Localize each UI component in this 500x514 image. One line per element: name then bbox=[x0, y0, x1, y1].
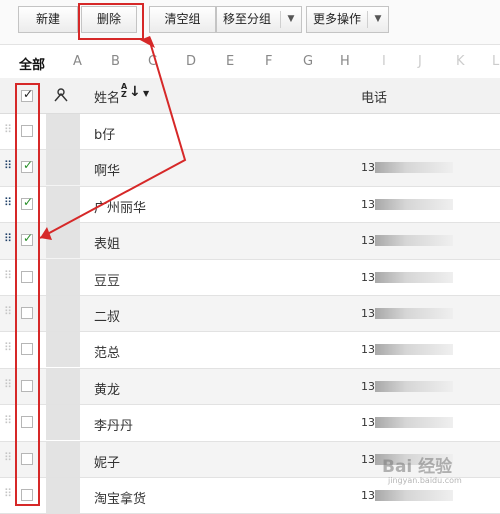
phone-redaction bbox=[375, 162, 453, 174]
contact-phone: 13 bbox=[361, 452, 375, 466]
alphabet-filter: 全部 A B C D E F G H I J K L bbox=[0, 46, 500, 78]
filter-letter-h[interactable]: H bbox=[340, 54, 350, 69]
delete-highlight-box bbox=[78, 3, 144, 40]
phone-redaction bbox=[375, 417, 453, 429]
filter-letter-k[interactable]: K bbox=[456, 54, 465, 69]
avatar bbox=[46, 441, 80, 477]
contact-phone: 13 bbox=[361, 306, 375, 320]
filter-letter-f[interactable]: F bbox=[265, 54, 272, 69]
more-actions-button[interactable]: 更多操作 ▼ bbox=[306, 6, 389, 33]
table-row[interactable]: ⠿ 李丹丹 13 bbox=[0, 405, 500, 442]
drag-handle-icon[interactable]: ⠿ bbox=[4, 233, 12, 244]
phone-redaction bbox=[375, 307, 453, 319]
table-row[interactable]: ⠿ 范总 13 bbox=[0, 332, 500, 369]
contact-phone: 13 bbox=[361, 197, 375, 211]
avatar bbox=[46, 368, 80, 404]
drag-handle-icon[interactable]: ⠿ bbox=[4, 197, 12, 208]
contact-name[interactable]: 李丹丹 bbox=[94, 415, 133, 434]
filter-letter-l[interactable]: L bbox=[492, 54, 499, 69]
drag-handle-icon[interactable]: ⠿ bbox=[4, 306, 12, 317]
table-row[interactable]: ⠿ ✓ 表姐 13 bbox=[0, 223, 500, 260]
contact-phone: 13 bbox=[361, 234, 375, 248]
avatar bbox=[46, 186, 80, 222]
watermark-url: jingyan.baidu.com bbox=[388, 476, 462, 485]
table-row[interactable]: ⠿ ✓ 广州丽华 13 bbox=[0, 186, 500, 224]
drag-handle-icon[interactable]: ⠿ bbox=[4, 488, 12, 499]
filter-letter-d[interactable]: D bbox=[186, 54, 196, 69]
phone-redaction bbox=[375, 380, 453, 392]
avatar bbox=[46, 223, 80, 259]
contact-name[interactable]: 啊华 bbox=[94, 160, 120, 179]
contact-phone: 13 bbox=[361, 488, 375, 502]
watermark-logo: Bai 经验 bbox=[382, 457, 453, 477]
drag-handle-icon[interactable]: ⠿ bbox=[4, 452, 12, 463]
phone-redaction bbox=[375, 344, 453, 356]
drag-handle-icon[interactable]: ⠿ bbox=[4, 124, 12, 135]
drag-handle-icon[interactable]: ⠿ bbox=[4, 270, 12, 281]
drag-handle-icon[interactable]: ⠿ bbox=[4, 160, 12, 171]
filter-letter-a[interactable]: A bbox=[73, 54, 82, 69]
filter-letter-j[interactable]: J bbox=[418, 54, 422, 69]
person-icon bbox=[54, 88, 68, 102]
contact-name[interactable]: 豆豆 bbox=[94, 270, 120, 289]
table-row[interactable]: ⠿ 豆豆 13 bbox=[0, 259, 500, 296]
contact-phone: 13 bbox=[361, 416, 375, 430]
move-to-group-button[interactable]: 移至分组 ▼ bbox=[216, 6, 302, 33]
contact-name[interactable]: 广州丽华 bbox=[94, 197, 146, 216]
sort-chevron-down-icon[interactable]: ▼ bbox=[143, 89, 149, 98]
phone-redaction bbox=[375, 271, 453, 283]
table-row[interactable]: ⠿ b仔 bbox=[0, 114, 500, 151]
table-header: ✓ 姓名 AZ ↓ ▼ 电话 bbox=[0, 78, 500, 114]
phone-redaction bbox=[375, 489, 453, 501]
toolbar: 新建 删除 清空组 移至分组 ▼ 更多操作 ▼ bbox=[0, 0, 500, 45]
drag-handle-icon[interactable]: ⠿ bbox=[4, 342, 12, 353]
more-actions-label: 更多操作 bbox=[313, 12, 362, 26]
contact-phone: 13 bbox=[361, 161, 375, 175]
contact-phone: 13 bbox=[361, 270, 375, 284]
contact-name[interactable]: 妮子 bbox=[94, 452, 120, 471]
contact-name[interactable]: 表姐 bbox=[94, 233, 120, 252]
avatar bbox=[46, 114, 80, 149]
contact-name[interactable]: b仔 bbox=[94, 124, 115, 143]
phone-redaction bbox=[375, 198, 453, 210]
sort-icon[interactable]: ↓ bbox=[129, 84, 141, 100]
contact-name[interactable]: 范总 bbox=[94, 342, 120, 361]
contact-name[interactable]: 黄龙 bbox=[94, 379, 120, 398]
chevron-down-icon[interactable]: ▼ bbox=[280, 11, 301, 28]
drag-handle-icon[interactable]: ⠿ bbox=[4, 415, 12, 426]
move-to-group-label: 移至分组 bbox=[223, 12, 272, 26]
contact-name[interactable]: 二叔 bbox=[94, 306, 120, 325]
new-button[interactable]: 新建 bbox=[18, 6, 78, 33]
phone-column-header: 电话 bbox=[361, 91, 388, 106]
name-column-header[interactable]: 姓名 bbox=[94, 87, 120, 106]
filter-letter-b[interactable]: B bbox=[111, 54, 120, 69]
filter-letter-c[interactable]: C bbox=[148, 54, 157, 69]
table-row[interactable]: ⠿ ✓ 啊华 13 bbox=[0, 150, 500, 187]
filter-letter-i[interactable]: I bbox=[382, 54, 386, 69]
clear-group-button[interactable]: 清空组 bbox=[149, 6, 216, 33]
table-row[interactable]: ⠿ 二叔 13 bbox=[0, 295, 500, 333]
phone-redaction bbox=[375, 235, 453, 247]
avatar bbox=[46, 259, 80, 295]
contact-phone: 13 bbox=[361, 343, 375, 357]
contact-name[interactable]: 淘宝拿货 bbox=[94, 488, 146, 507]
avatar bbox=[46, 405, 80, 441]
checkbox-column-highlight bbox=[15, 83, 40, 506]
filter-letter-g[interactable]: G bbox=[303, 54, 313, 69]
avatar bbox=[46, 295, 80, 331]
sort-letters: AZ bbox=[121, 82, 128, 99]
chevron-down-icon[interactable]: ▼ bbox=[367, 11, 388, 28]
table-row[interactable]: ⠿ 黄龙 13 bbox=[0, 368, 500, 406]
contact-phone: 13 bbox=[361, 379, 375, 393]
avatar bbox=[46, 332, 80, 368]
filter-all[interactable]: 全部 bbox=[19, 54, 45, 73]
drag-handle-icon[interactable]: ⠿ bbox=[4, 379, 12, 390]
filter-letter-e[interactable]: E bbox=[226, 54, 234, 69]
avatar bbox=[46, 150, 80, 186]
